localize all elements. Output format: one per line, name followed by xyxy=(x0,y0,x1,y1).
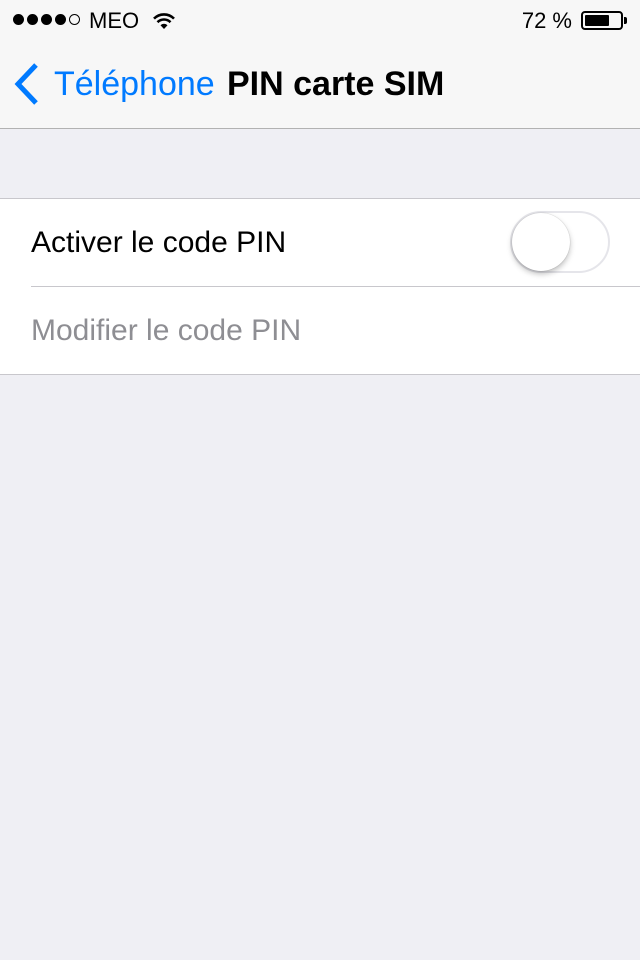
battery-icon xyxy=(581,11,623,30)
signal-dot xyxy=(13,14,24,25)
carrier-name: MEO xyxy=(89,8,140,33)
enable-pin-label: Activer le code PIN xyxy=(31,225,287,259)
battery-percentage: 72 % xyxy=(521,8,572,33)
signal-dot xyxy=(41,14,52,25)
navigation-bar: Téléphone PIN carte SIM xyxy=(0,40,640,129)
wifi-icon xyxy=(153,13,175,29)
battery-fill xyxy=(585,15,610,26)
back-button[interactable]: Téléphone xyxy=(14,62,215,106)
page-title: PIN carte SIM xyxy=(227,65,445,103)
status-bar: MEO 72 % xyxy=(0,0,640,40)
change-pin-row[interactable]: Modifier le code PIN xyxy=(0,287,640,374)
signal-dot xyxy=(69,14,80,25)
signal-dot xyxy=(55,14,66,25)
settings-group: Activer le code PIN Modifier le code PIN xyxy=(0,198,640,375)
toggle-knob xyxy=(512,213,570,271)
chevron-left-icon xyxy=(14,63,38,105)
back-button-label: Téléphone xyxy=(54,65,215,103)
enable-pin-row: Activer le code PIN xyxy=(0,199,640,286)
signal-strength-icon xyxy=(13,14,80,25)
battery-nub xyxy=(624,17,627,24)
enable-pin-toggle[interactable] xyxy=(510,211,610,273)
signal-dot xyxy=(27,14,38,25)
change-pin-label: Modifier le code PIN xyxy=(31,313,302,347)
